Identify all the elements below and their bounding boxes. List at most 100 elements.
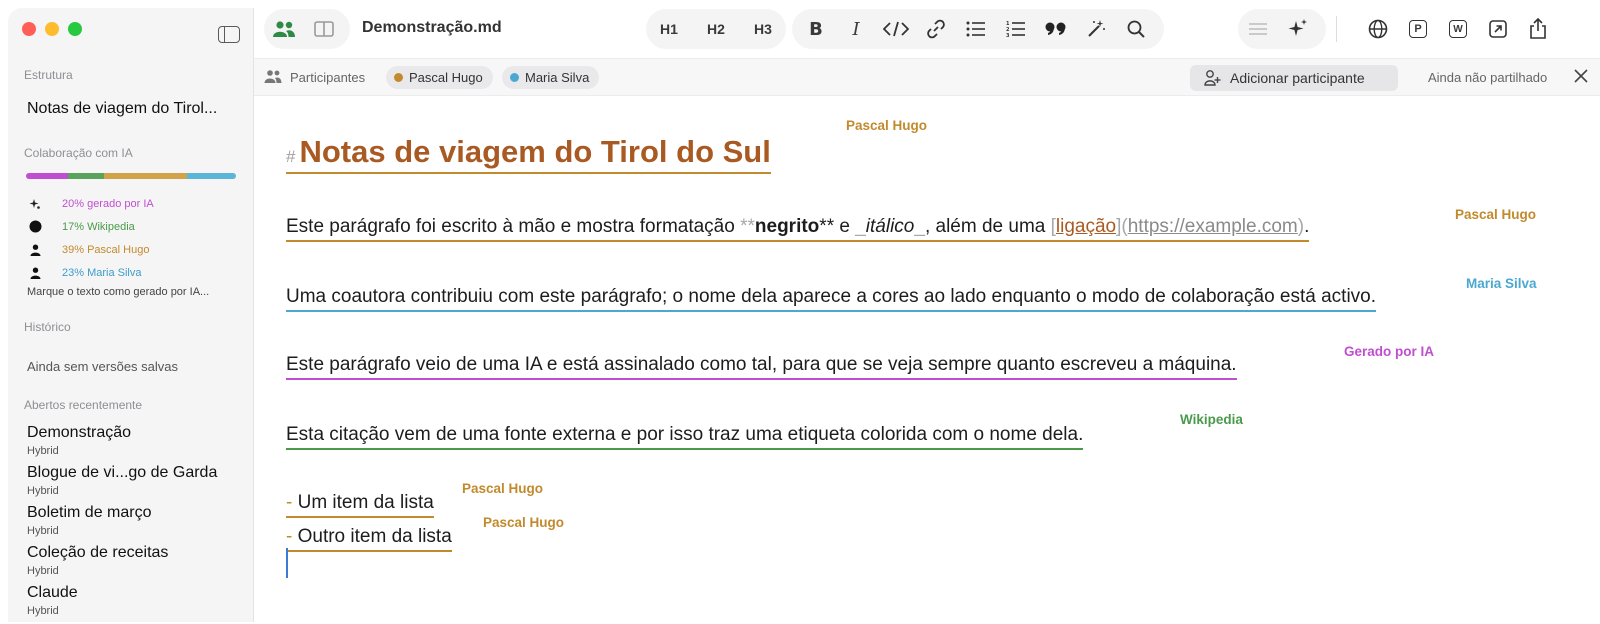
recent-list: Demonstração Hybrid Blogue de vi...go de… [27, 424, 217, 624]
add-person-icon [1204, 70, 1221, 89]
search-icon[interactable] [1116, 9, 1156, 49]
collab-view-toggle [264, 9, 350, 49]
toolbar-divider [1336, 16, 1337, 42]
export-group: P W [1358, 9, 1558, 49]
sidebar-toggle-icon[interactable] [218, 26, 240, 43]
add-participant-button[interactable]: Adicionar participante [1190, 65, 1398, 91]
participant-chip-pascal[interactable]: Pascal Hugo [386, 66, 493, 89]
document-heading[interactable]: #Notas de viagem do Tirol do Sul [286, 134, 771, 174]
list-marker: - [286, 492, 292, 513]
author-label: Pascal Hugo [846, 118, 927, 133]
recent-item[interactable]: Blogue de vi...go de Garda Hybrid [27, 464, 217, 504]
h1-button[interactable]: H1 [646, 9, 692, 49]
share-icon[interactable] [1518, 9, 1558, 49]
heading-marker: # [286, 147, 295, 166]
participant-color-dot [510, 73, 519, 82]
link-url[interactable]: https://example.com [1128, 216, 1298, 237]
zoom-window-button[interactable] [68, 22, 82, 36]
recent-item-subtitle: Hybrid [27, 444, 217, 458]
link-marker: ]( [1116, 216, 1128, 237]
recent-item[interactable]: Boletim de março Hybrid [27, 504, 217, 544]
bold-icon[interactable]: B [796, 9, 836, 49]
wikipedia-icon [28, 220, 42, 234]
recent-item-subtitle: Hybrid [27, 524, 217, 538]
close-window-button[interactable] [22, 22, 36, 36]
ai-legend-row-pascal: 39% Pascal Hugo [28, 238, 154, 261]
h2-button[interactable]: H2 [692, 9, 740, 49]
ai-legend-row-ai: 20% gerado por IA [28, 192, 154, 215]
recent-item-title: Claude [27, 584, 217, 602]
author-label: Wikipedia [1180, 412, 1243, 427]
code-icon[interactable] [876, 9, 916, 49]
recent-item-title: Demonstração [27, 424, 217, 442]
split-view-icon[interactable] [304, 9, 344, 49]
participant-chip-maria[interactable]: Maria Silva [502, 66, 599, 89]
recent-item-subtitle: Hybrid [27, 484, 217, 498]
window-controls [22, 22, 82, 36]
paragraph-quote[interactable]: Esta citação vem de uma fonte externa e … [286, 424, 1083, 450]
magic-wand-icon[interactable] [1076, 9, 1116, 49]
paragraph-coauthor[interactable]: Uma coautora contribuiu com este parágra… [286, 286, 1376, 312]
recent-item[interactable]: Coleção de receitas Hybrid [27, 544, 217, 584]
structure-heading: Estrutura [24, 68, 73, 82]
ai-legend-label: 17% Wikipedia [62, 221, 135, 233]
list-item[interactable]: - Outro item da lista [286, 526, 452, 552]
ai-legend-row-wikipedia: 17% Wikipedia [28, 215, 154, 238]
heading-group: H1 H2 H3 [646, 9, 786, 49]
document-title: Demonstração.md [362, 19, 502, 37]
paragraph-ai[interactable]: Este parágrafo veio de uma IA e está ass… [286, 354, 1237, 380]
ai-legend-label: 20% gerado por IA [62, 198, 154, 210]
participant-color-dot [394, 73, 403, 82]
participants-icon [264, 70, 282, 88]
italic-marker: _ [855, 216, 866, 237]
participants-icon[interactable] [264, 9, 304, 49]
recent-item[interactable]: Claude Hybrid [27, 584, 217, 624]
author-label: Pascal Hugo [483, 515, 564, 530]
bold-marker: ** [740, 216, 755, 237]
paragraph-formatting[interactable]: Este parágrafo foi escrito à mão e mostr… [286, 216, 1309, 242]
open-external-icon[interactable] [1478, 9, 1518, 49]
numbered-list-icon[interactable]: 123 [996, 9, 1036, 49]
author-label: Maria Silva [1466, 276, 1537, 291]
recent-item-subtitle: Hybrid [27, 564, 217, 578]
text-caret [286, 548, 288, 578]
author-label: Gerado por IA [1344, 344, 1434, 359]
italic-marker: _ [914, 216, 925, 237]
p-export-icon[interactable]: P [1398, 9, 1438, 49]
svg-text:3: 3 [1006, 33, 1010, 38]
add-participant-label: Adicionar participante [1230, 70, 1365, 86]
recent-item[interactable]: Demonstração Hybrid [27, 424, 217, 464]
format-group: B I 123 [792, 9, 1164, 49]
list-item-text: Um item da lista [298, 492, 434, 513]
ai-contribution-bar [26, 173, 236, 179]
ai-text-icon[interactable] [1238, 9, 1278, 49]
h3-button[interactable]: H3 [740, 9, 786, 49]
quote-icon[interactable] [1036, 9, 1076, 49]
ai-legend-row-maria: 23% Maria Silva [28, 261, 154, 284]
author-label: Pascal Hugo [1455, 207, 1536, 222]
italic-icon[interactable]: I [836, 9, 876, 49]
structure-item[interactable]: Notas de viagem do Tirol... [27, 100, 217, 118]
mark-ai-link[interactable]: Marque o texto como gerado por IA... [27, 286, 209, 298]
close-icon[interactable] [1574, 68, 1592, 86]
participants-bar: Participantes Pascal Hugo Maria Silva Ad… [254, 58, 1600, 96]
w-export-icon[interactable]: W [1438, 9, 1478, 49]
editor[interactable]: #Notas de viagem do Tirol do Sul Pascal … [254, 96, 1600, 622]
bullet-list-icon[interactable] [956, 9, 996, 49]
history-empty-text: Ainda sem versões salvas [27, 359, 178, 374]
link-icon[interactable] [916, 9, 956, 49]
ai-group [1238, 9, 1326, 49]
ai-collab-heading: Colaboração com IA [24, 146, 133, 160]
list-item-text: Outro item da lista [298, 526, 452, 547]
bold-marker: ** [819, 216, 834, 237]
minimize-window-button[interactable] [45, 22, 59, 36]
globe-icon[interactable] [1358, 9, 1398, 49]
list-item[interactable]: - Um item da lista [286, 492, 434, 518]
sparkles-icon[interactable] [1278, 9, 1318, 49]
person-icon [28, 243, 42, 257]
toolbar: Demonstração.md H1 H2 H3 B I 123 [254, 0, 1600, 58]
sparkle-icon [28, 197, 42, 211]
paragraph-text: e [834, 216, 855, 237]
paragraph-text: Este parágrafo foi escrito à mão e mostr… [286, 216, 740, 237]
link-text[interactable]: ligação [1056, 216, 1116, 237]
